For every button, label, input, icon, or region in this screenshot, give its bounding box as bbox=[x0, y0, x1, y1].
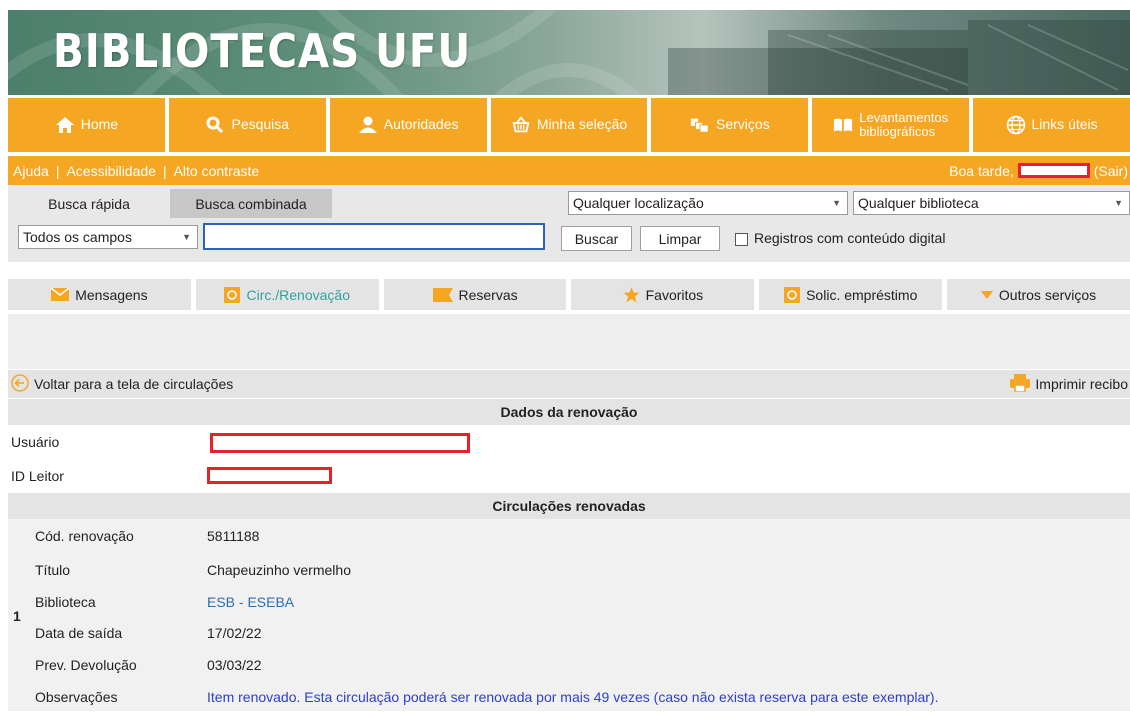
chevron-down-icon: ▼ bbox=[182, 232, 191, 242]
search-panel: Busca rápida Busca combinada Qualquer lo… bbox=[8, 185, 1130, 262]
tab-mensagens-label: Mensagens bbox=[75, 286, 148, 303]
mail-icon bbox=[51, 288, 70, 301]
chevron-down-icon: ▼ bbox=[1114, 198, 1123, 208]
home-icon bbox=[55, 115, 75, 135]
notes-label: Observações bbox=[35, 689, 118, 705]
redacted-reader-id bbox=[207, 467, 332, 484]
nav-autoridades-label: Autoridades bbox=[383, 116, 459, 133]
due-date-label: Prev. Devolução bbox=[35, 657, 137, 673]
library-select-value: Qualquer biblioteca bbox=[858, 195, 979, 211]
record-index: 1 bbox=[13, 608, 21, 624]
loan-icon bbox=[784, 286, 801, 303]
greeting-text: Boa tarde, bbox=[949, 162, 1014, 179]
print-receipt-link[interactable]: Imprimir recibo bbox=[1010, 373, 1128, 395]
location-select-value: Qualquer localização bbox=[573, 195, 704, 211]
field-select[interactable]: Todos os campos ▼ bbox=[18, 225, 198, 249]
services-tabs: Mensagens Circ./Renovação Reservas Favor… bbox=[8, 279, 1130, 310]
tab-reservas-label: Reservas bbox=[458, 286, 518, 303]
digital-content-checkbox[interactable] bbox=[735, 233, 748, 246]
nav-servicos-label: Serviços bbox=[716, 116, 770, 133]
nav-levantamentos[interactable]: Levantamentos bibliográficos bbox=[812, 98, 970, 152]
checkout-date-label: Data de saída bbox=[35, 625, 123, 641]
title-value: Chapeuzinho vermelho bbox=[207, 562, 351, 578]
nav-links-uteis-label: Links úteis bbox=[1031, 116, 1098, 133]
reader-id-label: ID Leitor bbox=[11, 468, 64, 484]
separator: | bbox=[55, 162, 60, 179]
user-icon bbox=[358, 115, 378, 135]
user-greeting: Boa tarde, (Sair) bbox=[949, 156, 1128, 185]
back-link[interactable]: Voltar para a tela de circulações bbox=[8, 373, 234, 395]
tab-reservas[interactable]: Reservas bbox=[383, 279, 567, 310]
link-alto-contraste[interactable]: Alto contraste bbox=[174, 163, 260, 179]
nav-home-label: Home bbox=[80, 116, 119, 133]
renewal-code-value: 5811188 bbox=[207, 528, 260, 544]
nav-minha-selecao[interactable]: Minha seleção bbox=[490, 98, 648, 152]
flag-icon bbox=[432, 287, 453, 302]
nav-autoridades[interactable]: Autoridades bbox=[329, 98, 487, 152]
tab-favoritos[interactable]: Favoritos bbox=[571, 279, 755, 310]
nav-home[interactable]: Home bbox=[8, 98, 165, 152]
limpar-button[interactable]: Limpar bbox=[640, 226, 720, 251]
field-select-value: Todos os campos bbox=[23, 229, 132, 245]
tab-circ-renovacao[interactable]: Circ./Renovação bbox=[195, 279, 379, 310]
user-label: Usuário bbox=[11, 434, 60, 450]
content-spacer bbox=[8, 314, 1130, 369]
tab-outros-servicos[interactable]: Outros serviços bbox=[947, 279, 1130, 310]
circulation-icon bbox=[224, 286, 241, 303]
tab-favoritos-label: Favoritos bbox=[645, 286, 704, 303]
circulations-heading: Circulações renovadas bbox=[8, 493, 1130, 519]
top-links-bar: Ajuda | Acessibilidade | Alto contraste … bbox=[8, 156, 1130, 185]
arrow-left-circle-icon bbox=[11, 373, 29, 395]
buscar-button[interactable]: Buscar bbox=[561, 226, 632, 251]
nav-minha-selecao-label: Minha seleção bbox=[536, 116, 628, 133]
redacted-username bbox=[1017, 163, 1090, 178]
book-icon bbox=[833, 115, 853, 135]
nav-servicos[interactable]: Serviços bbox=[651, 98, 809, 152]
tab-busca-rapida[interactable]: Busca rápida bbox=[8, 189, 170, 218]
link-ajuda[interactable]: Ajuda bbox=[13, 163, 49, 179]
header-banner: BIBLIOTECAS UFU bbox=[8, 10, 1130, 95]
logout-link[interactable]: (Sair) bbox=[1094, 163, 1128, 179]
printer-icon bbox=[1010, 373, 1031, 395]
title-label: Título bbox=[35, 562, 71, 578]
search-icon bbox=[205, 115, 225, 135]
renewal-heading: Dados da renovação bbox=[8, 399, 1130, 425]
redacted-user-name bbox=[210, 433, 470, 453]
link-acessibilidade[interactable]: Acessibilidade bbox=[66, 163, 156, 179]
tab-solic-emprestimo-label: Solic. empréstimo bbox=[806, 286, 918, 303]
nav-pesquisa-label: Pesquisa bbox=[231, 116, 290, 133]
nav-levantamentos-line1: Levantamentos bbox=[859, 109, 949, 125]
nav-levantamentos-line2: bibliográficos bbox=[859, 124, 936, 139]
action-bar: Voltar para a tela de circulações Imprim… bbox=[8, 370, 1130, 398]
caret-down-icon bbox=[980, 290, 993, 299]
circulation-record bbox=[8, 519, 1130, 711]
separator: | bbox=[162, 162, 167, 179]
library-select[interactable]: Qualquer biblioteca ▼ bbox=[853, 191, 1130, 215]
back-link-label: Voltar para a tela de circulações bbox=[34, 376, 234, 392]
star-icon bbox=[623, 286, 640, 303]
chevron-down-icon: ▼ bbox=[832, 198, 841, 208]
tab-outros-servicos-label: Outros serviços bbox=[998, 286, 1097, 303]
basket-icon bbox=[511, 115, 531, 135]
nav-pesquisa[interactable]: Pesquisa bbox=[168, 98, 326, 152]
tab-mensagens[interactable]: Mensagens bbox=[8, 279, 191, 310]
print-receipt-label: Imprimir recibo bbox=[1035, 376, 1128, 392]
globe-icon bbox=[1006, 115, 1026, 135]
location-select[interactable]: Qualquer localização ▼ bbox=[568, 191, 848, 215]
library-label: Biblioteca bbox=[35, 594, 96, 610]
main-nav: Home Pesquisa Autoridades Minha seleção … bbox=[8, 98, 1130, 152]
site-title: BIBLIOTECAS UFU bbox=[53, 24, 472, 78]
due-date-value: 03/03/22 bbox=[207, 657, 262, 673]
digital-content-label: Registros com conteúdo digital bbox=[754, 230, 946, 246]
notes-value: Item renovado. Esta circulação poderá se… bbox=[207, 689, 939, 705]
renewal-code-label: Cód. renovação bbox=[35, 528, 134, 544]
checkout-date-value: 17/02/22 bbox=[207, 625, 262, 641]
tab-busca-combinada[interactable]: Busca combinada bbox=[170, 189, 332, 218]
tab-solic-emprestimo[interactable]: Solic. empréstimo bbox=[759, 279, 943, 310]
services-icon bbox=[690, 115, 710, 135]
search-input[interactable] bbox=[203, 223, 545, 250]
nav-links-uteis[interactable]: Links úteis bbox=[973, 98, 1130, 152]
tab-circ-renovacao-label: Circ./Renovação bbox=[246, 286, 350, 303]
library-link[interactable]: ESB - ESEBA bbox=[207, 594, 294, 610]
